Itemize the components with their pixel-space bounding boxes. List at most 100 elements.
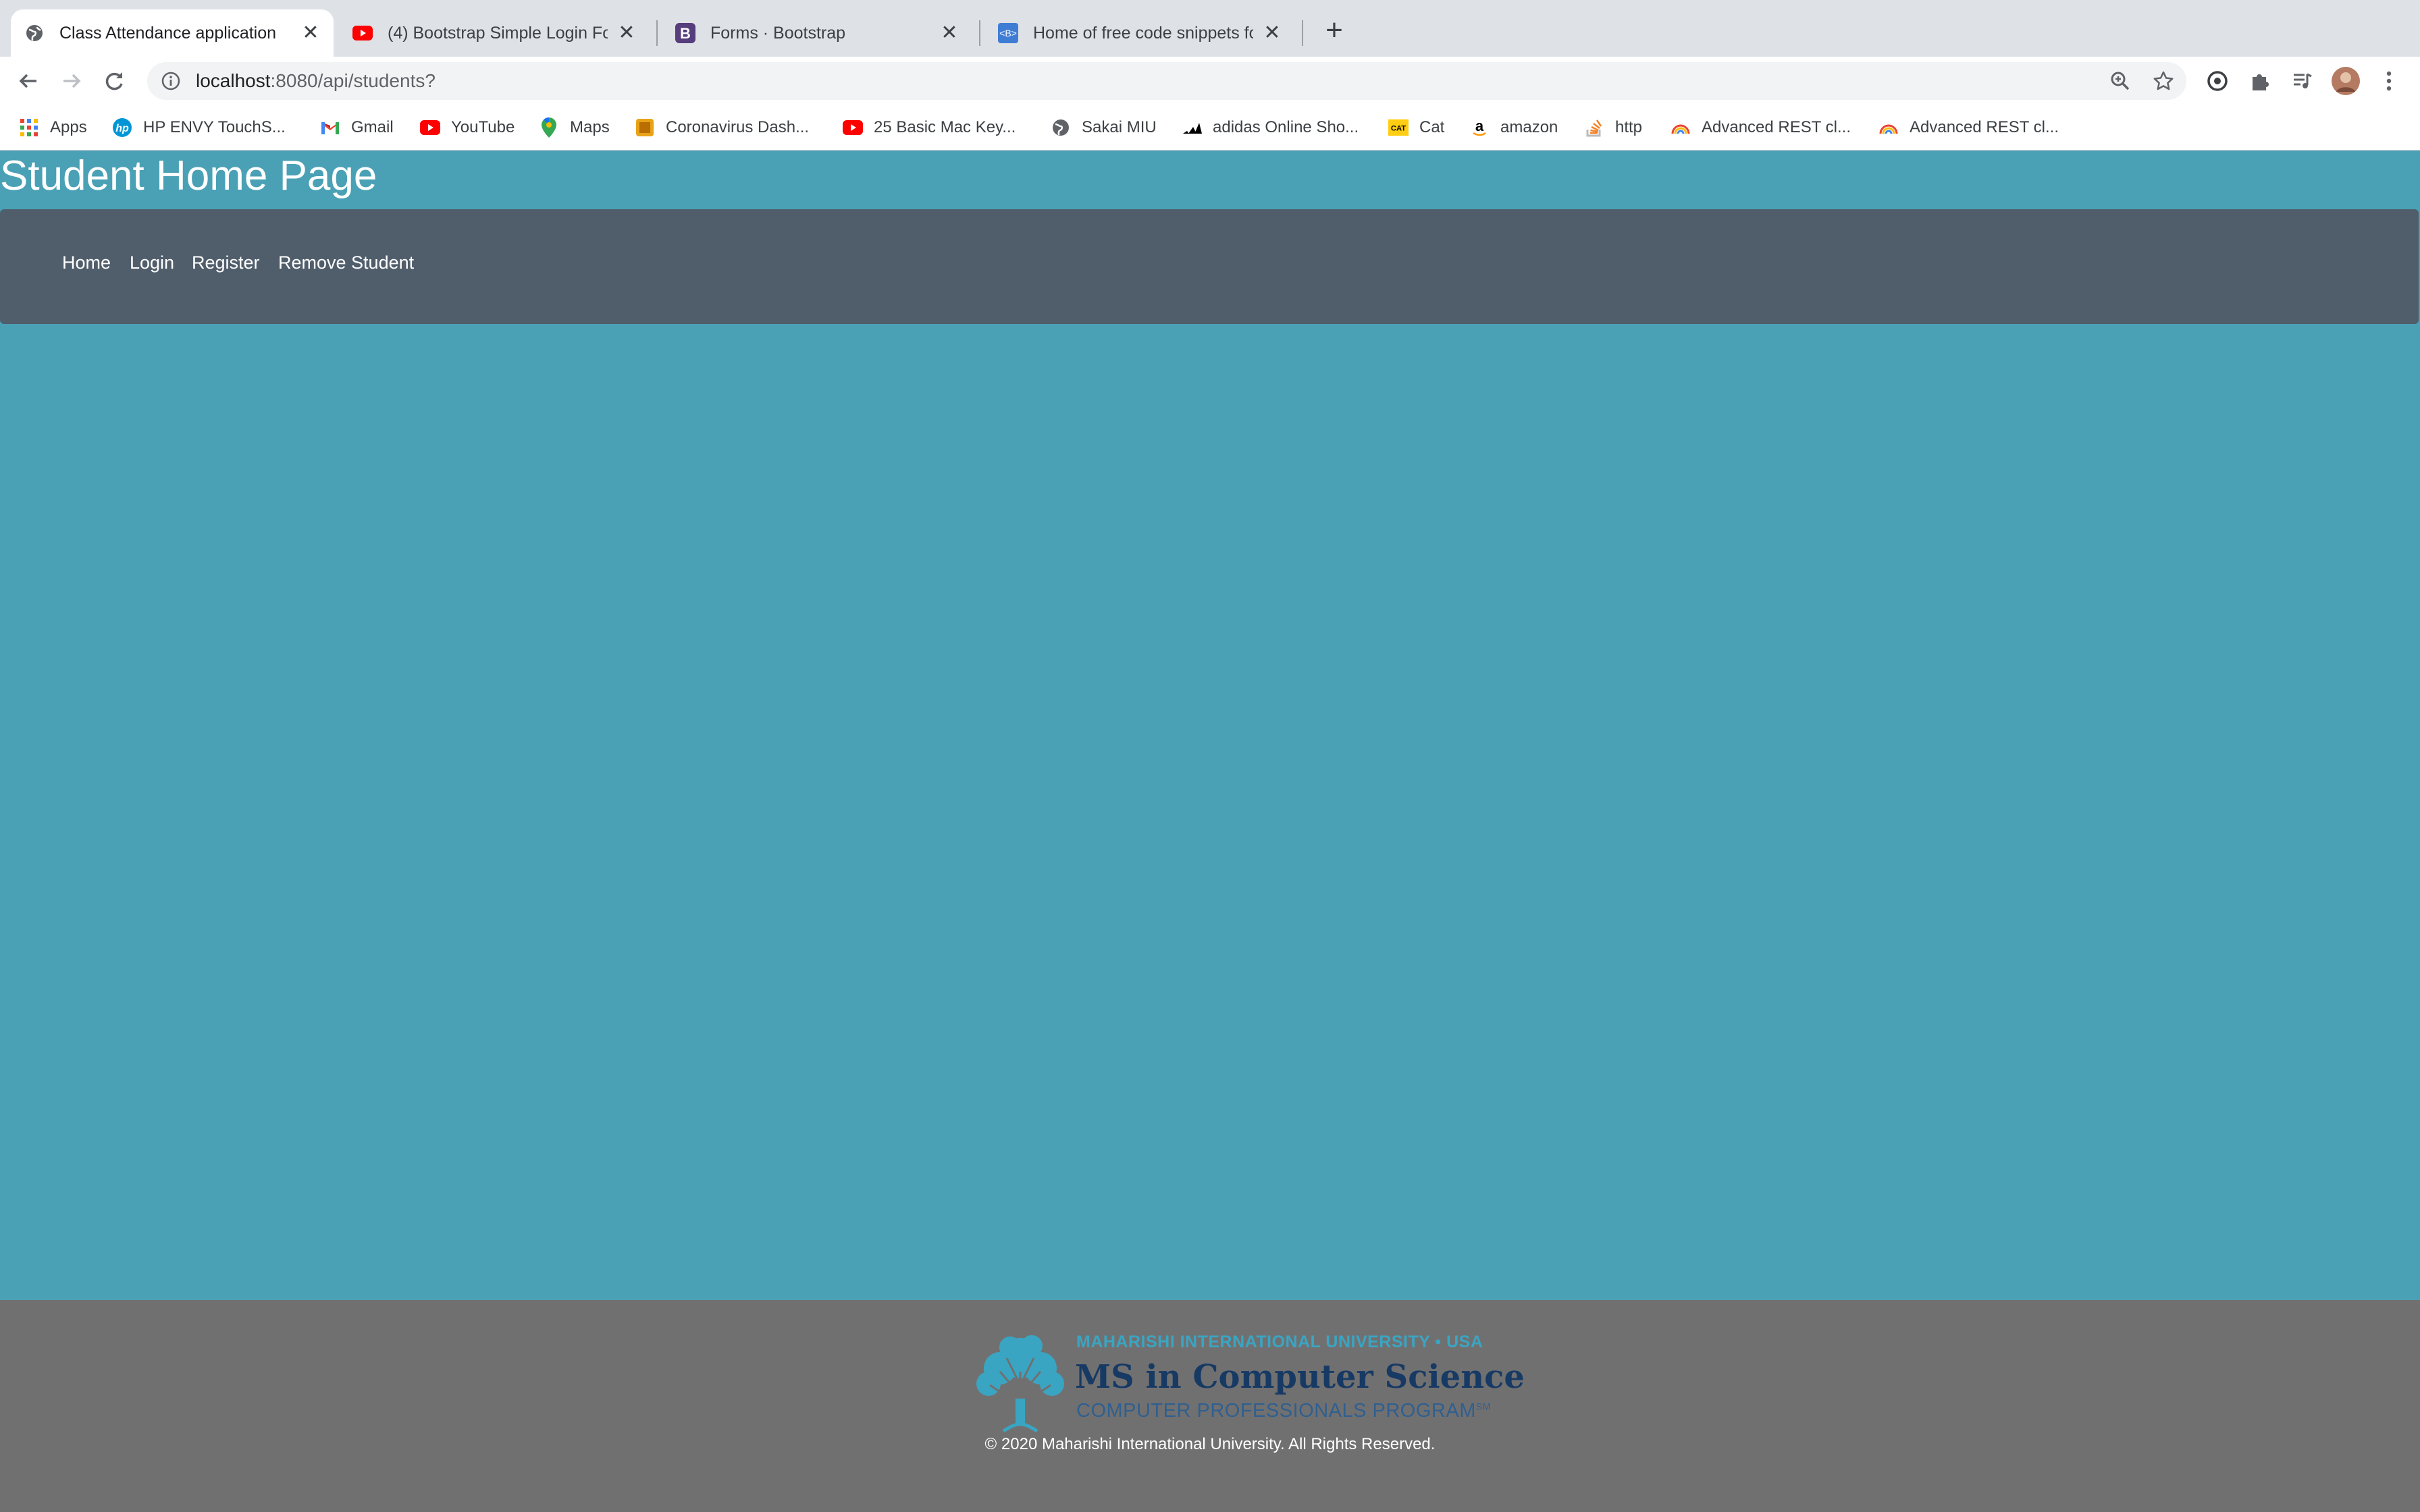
bookmark-maps[interactable]: Maps	[539, 115, 610, 140]
youtube-icon	[420, 117, 440, 138]
logo-program-name: MS in Computer Science	[1075, 1358, 1525, 1396]
bookmark-label: Gmail	[351, 118, 394, 136]
youtube-icon	[843, 117, 863, 138]
gmail-icon	[320, 117, 340, 138]
bookmark-cat[interactable]: CAT Cat	[1388, 115, 1444, 140]
main-navbar: Home Login Register Remove Student	[0, 209, 2419, 324]
miu-logo: MAHARISHI INTERNATIONAL UNIVERSITY • USA…	[970, 1316, 1525, 1433]
address-bar[interactable]: localhost:8080/api/students?	[147, 62, 2186, 100]
amazon-icon: a	[1469, 117, 1490, 138]
cat-icon: CAT	[1388, 117, 1409, 138]
tab-title: Class Attendance application	[59, 23, 277, 43]
bookmark-gmail[interactable]: Gmail	[320, 115, 394, 140]
copyright-text: © 2020 Maharishi International Universit…	[984, 1435, 1436, 1453]
bookmark-rest-client-1[interactable]: Advanced REST cl...	[1671, 115, 1851, 140]
tab-title: (4) Bootstrap Simple Login For	[388, 23, 608, 43]
bookmark-label: Coronavirus Dash...	[666, 118, 810, 136]
snippets-icon: <B>	[998, 23, 1018, 43]
forward-arrow-icon[interactable]	[55, 65, 88, 97]
bookmark-label: Advanced REST cl...	[1910, 118, 2059, 136]
nav-login-link[interactable]: Login	[130, 252, 174, 273]
close-icon[interactable]: ✕	[617, 23, 636, 43]
tab-bootstrap-login[interactable]: (4) Bootstrap Simple Login For ✕	[339, 9, 650, 57]
back-arrow-icon[interactable]	[12, 65, 45, 97]
logo-university-line: MAHARISHI INTERNATIONAL UNIVERSITY • USA	[1076, 1332, 1483, 1351]
close-icon[interactable]: ✕	[301, 23, 320, 43]
svg-text:a: a	[1475, 118, 1484, 134]
bookmark-rest-client-2[interactable]: Advanced REST cl...	[1878, 115, 2059, 140]
bookmark-hp-envy[interactable]: hp HP ENVY TouchS...	[112, 115, 286, 140]
tab-class-attendance[interactable]: Class Attendance application ✕	[11, 9, 334, 57]
nav-register-link[interactable]: Register	[192, 252, 260, 273]
bookmark-label: http	[1615, 118, 1643, 136]
bookmark-apps[interactable]: Apps	[19, 115, 87, 140]
coronavirus-icon	[635, 117, 655, 138]
hp-icon: hp	[112, 117, 132, 138]
browser-toolbar: localhost:8080/api/students?	[0, 57, 2420, 105]
tab-title: Forms · Bootstrap	[710, 23, 846, 43]
more-menu-icon[interactable]	[2373, 65, 2405, 97]
nav-home-link[interactable]: Home	[62, 252, 111, 273]
zoom-icon[interactable]	[2104, 65, 2136, 97]
page-title: Student Home Page	[0, 153, 377, 199]
url-text: localhost:8080/api/students?	[196, 70, 436, 92]
bookmark-label: YouTube	[451, 118, 515, 136]
tab-forms-bootstrap[interactable]: B Forms · Bootstrap ✕	[662, 9, 972, 57]
globe-icon	[24, 23, 45, 43]
tab-title: Home of free code snippets fo	[1033, 23, 1253, 43]
bookmark-label: adidas Online Sho...	[1213, 118, 1359, 136]
nav-remove-student-link[interactable]: Remove Student	[278, 252, 414, 273]
rest-client-icon	[1878, 117, 1899, 138]
bookmark-star-icon[interactable]	[2147, 65, 2180, 97]
bookmark-label: Sakai MIU	[1082, 118, 1157, 136]
new-tab-button[interactable]: +	[1320, 16, 1348, 45]
bookmark-coronavirus[interactable]: Coronavirus Dash...	[635, 115, 809, 140]
tab-strip: Class Attendance application ✕ (4) Boots…	[0, 0, 2420, 57]
bookmark-label: amazon	[1500, 118, 1558, 136]
reload-icon[interactable]	[99, 65, 131, 97]
tab-separator	[656, 20, 658, 46]
footer: MAHARISHI INTERNATIONAL UNIVERSITY • USA…	[0, 1300, 2420, 1512]
svg-text:<B>: <B>	[999, 28, 1017, 38]
bookmark-http[interactable]: http	[1584, 115, 1642, 140]
close-icon[interactable]: ✕	[1263, 23, 1282, 43]
close-icon[interactable]: ✕	[940, 23, 959, 43]
extensions-puzzle-icon[interactable]	[2243, 65, 2276, 97]
svg-text:B: B	[680, 25, 691, 42]
svg-text:CAT: CAT	[1391, 125, 1406, 133]
sync-extension-icon[interactable]	[2201, 65, 2234, 97]
rest-client-icon	[1671, 117, 1691, 138]
tab-separator	[1302, 20, 1303, 46]
bookmark-label: Apps	[50, 118, 87, 136]
media-playlist-icon[interactable]	[2286, 65, 2319, 97]
bookmark-label: 25 Basic Mac Key...	[874, 118, 1016, 136]
tab-separator	[979, 20, 980, 46]
bookmark-amazon[interactable]: a amazon	[1469, 115, 1558, 140]
bookmark-sakai[interactable]: Sakai MIU	[1051, 115, 1157, 140]
tree-logo-icon	[976, 1335, 1064, 1433]
bookmark-youtube[interactable]: YouTube	[420, 115, 515, 140]
bookmark-adidas[interactable]: adidas Online Sho...	[1182, 115, 1359, 140]
bookmark-label: HP ENVY TouchS...	[143, 118, 286, 136]
apps-grid-icon	[19, 117, 39, 138]
url-host: localhost	[196, 70, 271, 91]
globe-icon	[1051, 117, 1071, 138]
stackoverflow-icon	[1584, 117, 1604, 138]
bookmark-label: Cat	[1419, 118, 1445, 136]
svg-text:hp: hp	[115, 123, 129, 134]
bookmark-label: Advanced REST cl...	[1702, 118, 1851, 136]
adidas-icon	[1182, 117, 1202, 138]
maps-icon	[539, 117, 559, 138]
tab-code-snippets[interactable]: <B> Home of free code snippets fo ✕	[984, 9, 1295, 57]
bookmark-mac-keys[interactable]: 25 Basic Mac Key...	[843, 115, 1016, 140]
avatar[interactable]	[2330, 65, 2362, 97]
service-mark: SM	[1475, 1401, 1491, 1412]
url-path: :8080/api/students?	[270, 70, 436, 91]
site-info-icon[interactable]	[161, 71, 181, 91]
bootstrap-icon: B	[675, 23, 695, 43]
bookmarks-bar: Apps hp HP ENVY TouchS... Gmail YouTube …	[0, 105, 2420, 151]
logo-subtitle-text: COMPUTER PROFESSIONALS PROGRAM	[1076, 1400, 1476, 1422]
youtube-icon	[352, 23, 373, 43]
bookmark-label: Maps	[570, 118, 610, 136]
logo-program-subtitle: COMPUTER PROFESSIONALS PROGRAMSM	[1076, 1400, 1491, 1422]
